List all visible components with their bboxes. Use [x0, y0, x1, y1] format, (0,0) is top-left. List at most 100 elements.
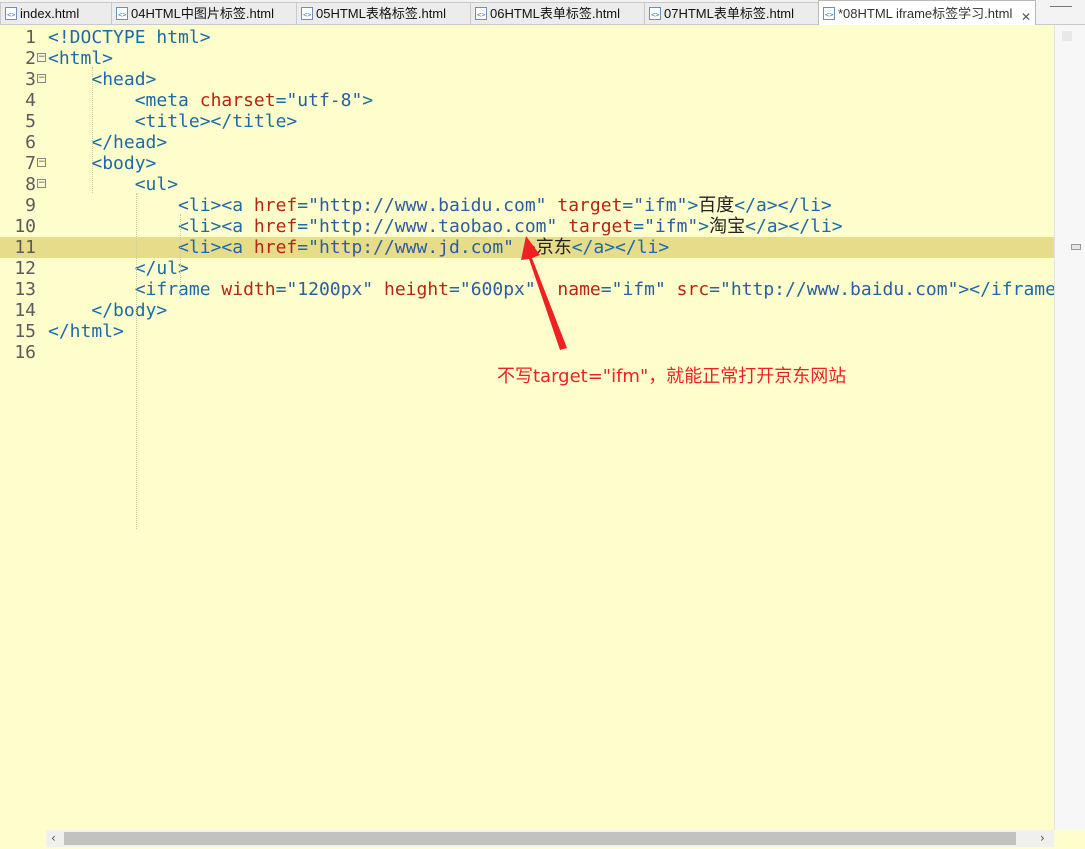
code-line[interactable]: 6 </head>: [0, 132, 1054, 153]
code-token: <head>: [91, 69, 157, 90]
html-file-icon: <>: [823, 7, 835, 20]
line-number: 11: [14, 237, 36, 258]
code-token: <body>: [91, 153, 157, 174]
code-line[interactable]: 13 <iframe width="1200px" height="600px"…: [0, 279, 1066, 300]
fold-toggle-icon[interactable]: −: [37, 158, 46, 167]
code-token: href: [253, 195, 298, 216]
vertical-scrollbar[interactable]: [1054, 25, 1085, 830]
horizontal-scroll-thumb[interactable]: [64, 832, 1016, 845]
code-line[interactable]: 2− <html>: [0, 48, 1054, 69]
code-line[interactable]: 16: [0, 342, 1054, 363]
overview-ruler-marker: [1071, 244, 1081, 250]
code-token: >: [362, 90, 374, 111]
code-line[interactable]: 1 <!DOCTYPE html>: [0, 27, 1054, 48]
scroll-right-icon[interactable]: ›: [1040, 830, 1045, 847]
code-token: "http://www.jd.com": [308, 237, 515, 258]
code-token: height: [383, 279, 450, 300]
tab-05html[interactable]: <> 05HTML表格标签.html: [296, 2, 471, 24]
indent-guide: [92, 67, 93, 193]
code-token: <html>: [48, 48, 114, 69]
svg-text:<>: <>: [303, 11, 311, 19]
code-token: href: [253, 237, 298, 258]
tab-index-html[interactable]: <> index.html: [0, 2, 112, 24]
code-token: target: [557, 195, 623, 216]
minimize-icon[interactable]: [1050, 6, 1072, 9]
code-line[interactable]: 14 </body>: [0, 300, 1054, 321]
code-token: href: [253, 216, 298, 237]
close-tab-icon[interactable]: ✕: [1021, 7, 1031, 25]
code-token: "utf-8": [286, 90, 363, 111]
code-token: <title></title>: [134, 111, 298, 132]
tab-label: *08HTML iframe标签学习.html: [838, 6, 1013, 21]
line-number: 12: [14, 258, 36, 279]
line-number: 3: [25, 69, 36, 90]
code-line[interactable]: 11 <li><a href="http://www.jd.com" >京东</…: [0, 237, 1054, 258]
code-token: 京东: [535, 237, 572, 258]
line-number: 13: [14, 279, 36, 300]
svg-text:<>: <>: [651, 11, 659, 19]
code-token: =: [275, 90, 287, 111]
code-token: <iframe: [134, 279, 222, 300]
line-number: 4: [25, 90, 36, 111]
code-line[interactable]: 12 </ul>: [0, 258, 1054, 279]
horizontal-scrollbar[interactable]: ‹ ›: [46, 830, 1054, 847]
line-number: 15: [14, 321, 36, 342]
code-line[interactable]: 9 <li><a href="http://www.baidu.com" tar…: [0, 195, 1054, 216]
line-number: 10: [14, 216, 36, 237]
code-token: =: [709, 279, 720, 300]
code-token: "1200px": [286, 279, 374, 300]
code-text: <html>: [48, 48, 113, 69]
editor-tab-bar: <> index.html <> 04HTML中图片标签.html <> 05H…: [0, 0, 1085, 25]
code-line[interactable]: 3− <head>: [0, 69, 1054, 90]
code-text: <meta charset="utf-8">: [48, 90, 373, 111]
code-token: =: [600, 279, 612, 300]
code-token: target: [568, 216, 634, 237]
code-line[interactable]: 5 <title></title>: [0, 111, 1054, 132]
code-token: charset: [199, 90, 276, 111]
tab-label: index.html: [20, 6, 80, 21]
html-file-icon: <>: [5, 7, 17, 20]
fold-toggle-icon[interactable]: −: [37, 179, 46, 188]
code-token: width: [221, 279, 276, 300]
code-line[interactable]: 8− <ul>: [0, 174, 1054, 195]
line-number: 16: [14, 342, 36, 363]
scroll-left-icon[interactable]: ‹: [51, 830, 56, 847]
code-text: <li><a href="http://www.taobao.com" targ…: [48, 216, 843, 237]
code-token: </a></li>: [571, 237, 670, 258]
tab-07html[interactable]: <> 07HTML表单标签.html: [644, 2, 819, 24]
indent-guide: [136, 193, 137, 529]
svg-text:<>: <>: [825, 11, 833, 19]
code-token: </html>: [48, 321, 124, 342]
code-token: </a></li>: [734, 195, 832, 216]
html-file-icon: <>: [475, 7, 487, 20]
code-line[interactable]: 15 </html>: [0, 321, 1054, 342]
code-text: <li><a href="http://www.jd.com" >京东</a><…: [48, 237, 669, 258]
code-token: =: [633, 216, 645, 237]
code-token: =: [275, 279, 287, 300]
fold-toggle-icon[interactable]: −: [37, 53, 46, 62]
code-line[interactable]: 7− <body>: [0, 153, 1054, 174]
fold-toggle-icon[interactable]: −: [37, 74, 46, 83]
code-token: 百度: [698, 195, 735, 216]
tab-label: 06HTML表单标签.html: [490, 6, 621, 21]
code-token: =: [622, 195, 634, 216]
tab-06html[interactable]: <> 06HTML表单标签.html: [470, 2, 645, 24]
line-number: 6: [25, 132, 36, 153]
tab-04html[interactable]: <> 04HTML中图片标签.html: [111, 2, 297, 24]
code-token: >: [524, 237, 536, 258]
code-token: "600px": [459, 279, 536, 300]
code-editor[interactable]: 1 <!DOCTYPE html> 2− <html> 3− <head> 4 <meta…: [0, 25, 1067, 830]
html-file-icon: <>: [649, 7, 661, 20]
code-line[interactable]: 10 <li><a href="http://www.taobao.com" t…: [0, 216, 1054, 237]
code-token: "http://www.baidu.com": [720, 279, 959, 300]
tab-08html-active[interactable]: <> *08HTML iframe标签学习.html ✕: [818, 0, 1036, 25]
code-line[interactable]: 4 <meta charset="utf-8">: [0, 90, 1054, 111]
code-token: </head>: [91, 132, 168, 153]
scroll-up-icon[interactable]: [1062, 31, 1072, 41]
code-text: </head>: [48, 132, 167, 153]
line-number: 2: [25, 48, 36, 69]
